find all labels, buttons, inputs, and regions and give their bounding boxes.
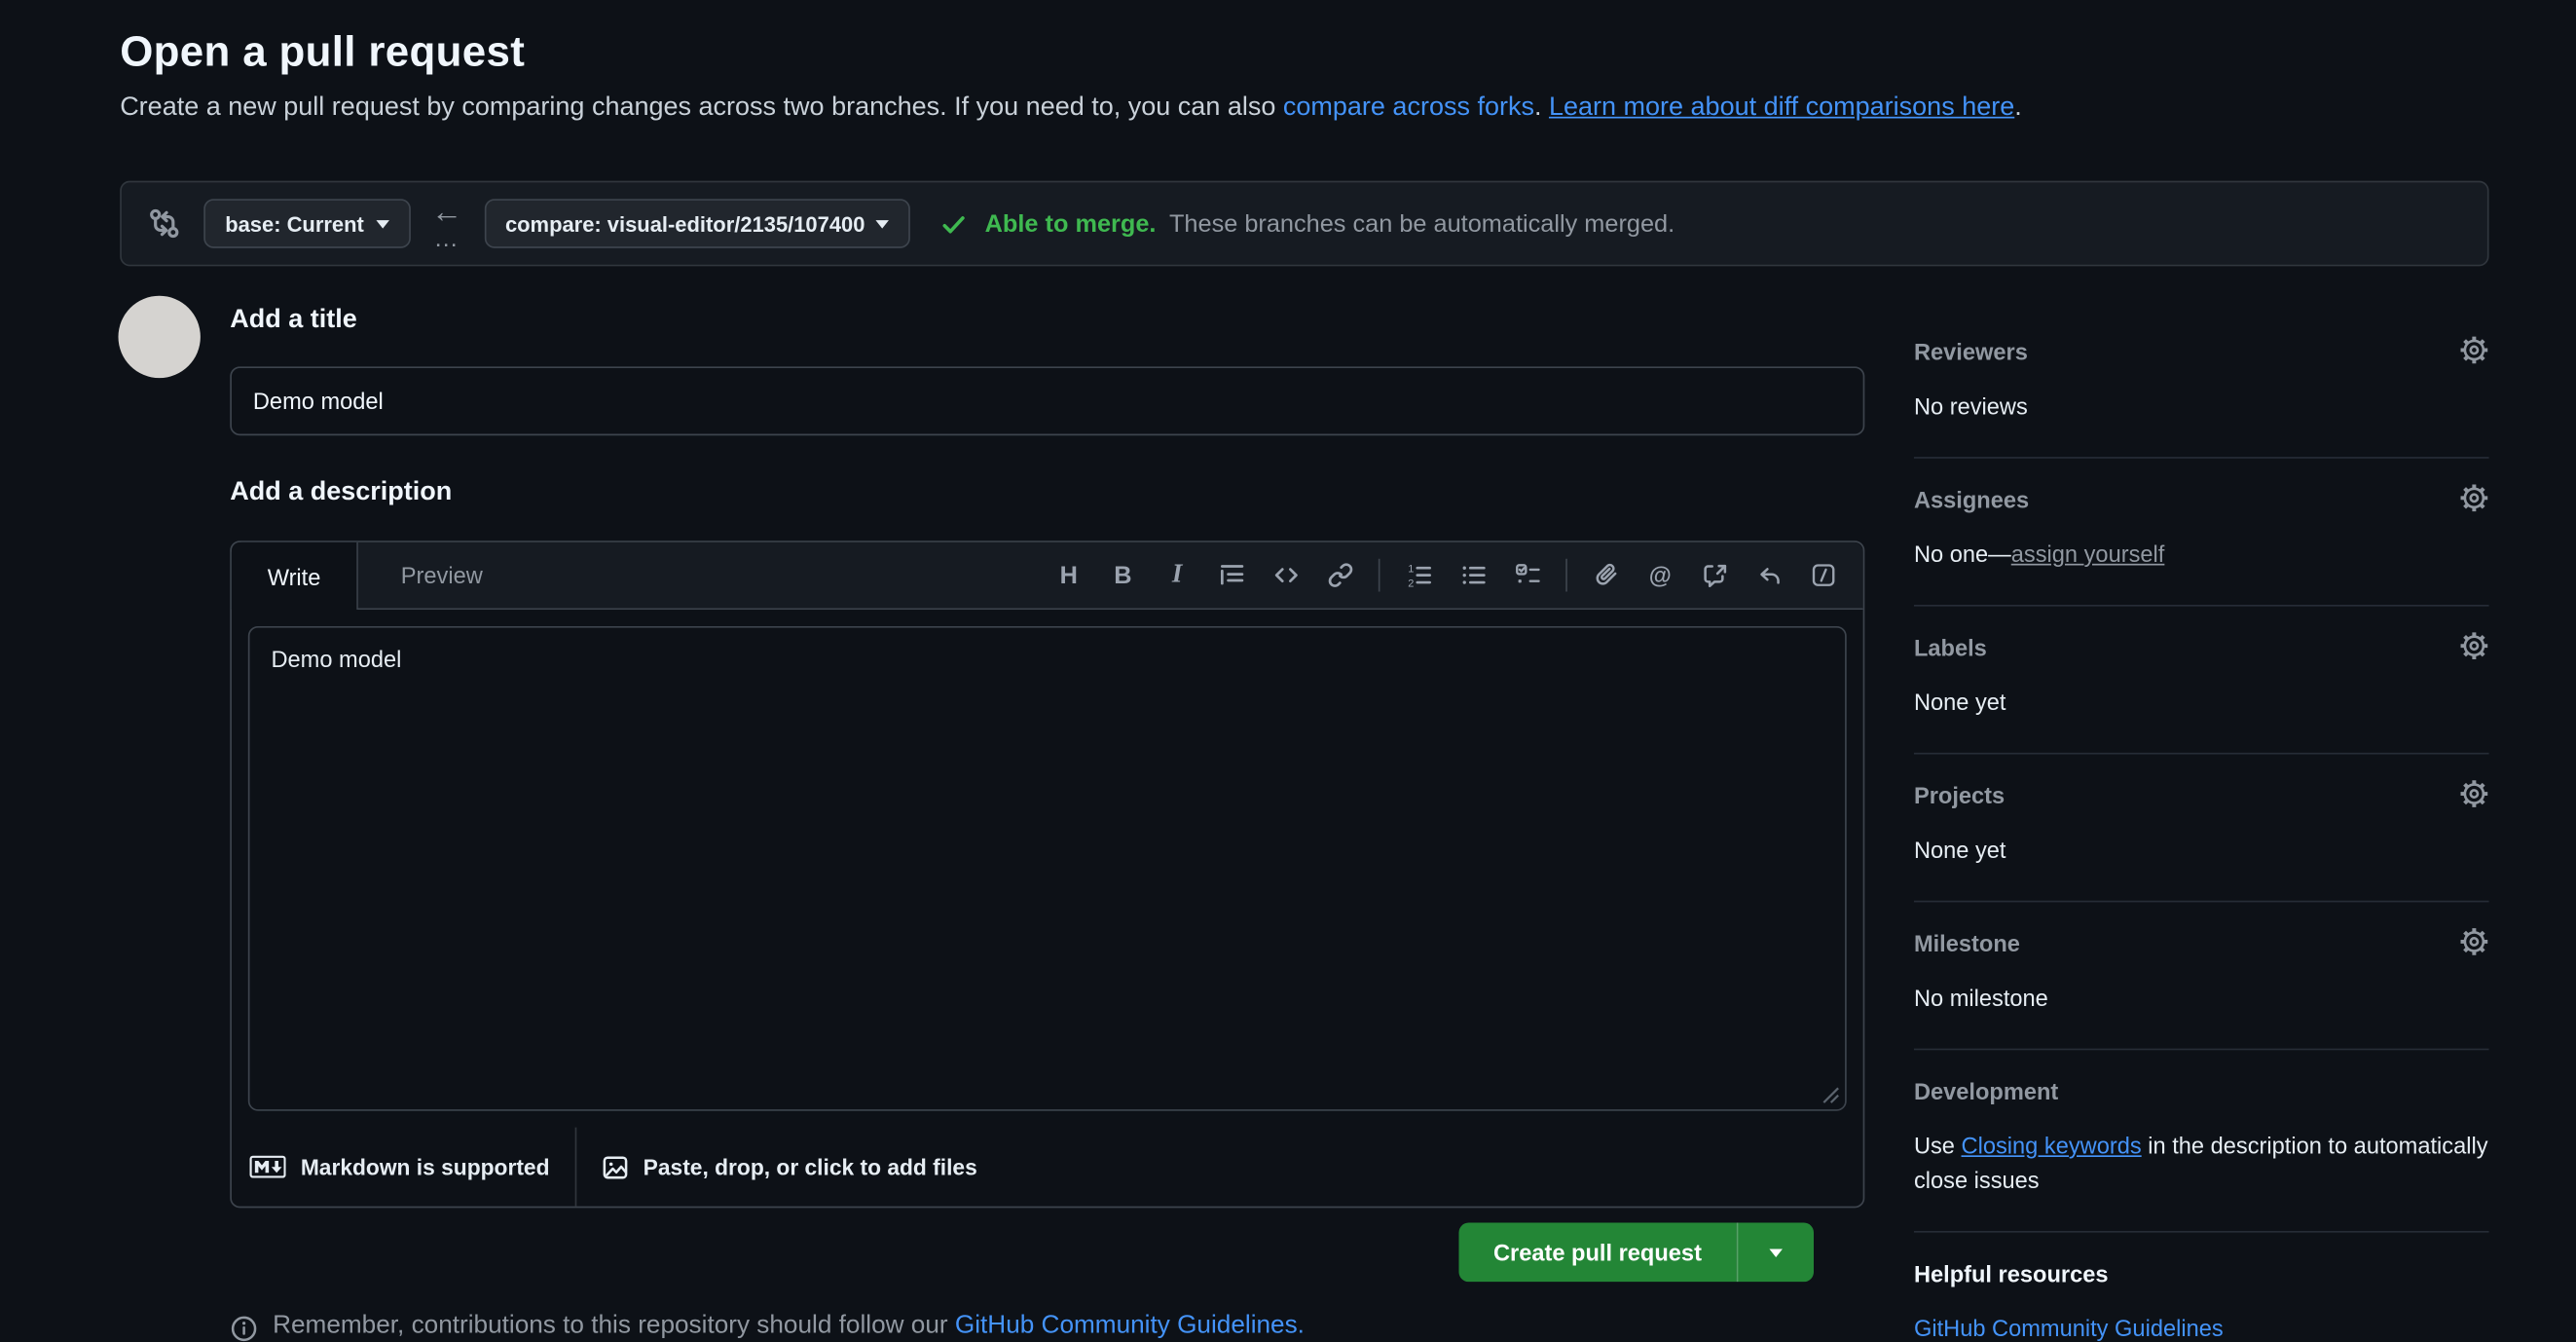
range-separator: ← … [431,197,462,251]
markdown-supported-note[interactable]: Markdown is supported [301,1154,550,1178]
info-icon [230,1315,258,1342]
toolbar-divider [1565,559,1567,592]
reviewers-value: No reviews [1914,390,2489,424]
diff-comparisons-link[interactable]: Learn more about diff comparisons here [1549,93,2014,122]
tasklist-icon[interactable] [1500,550,1555,600]
assign-yourself-link[interactable]: assign yourself [2011,541,2165,567]
tab-preview[interactable]: Preview [358,542,526,609]
toolbar-divider [1379,559,1380,592]
sidebar: Reviewers No reviews Assignees No one—as… [1914,337,2489,1342]
git-compare-icon [148,207,181,241]
svg-text:1: 1 [1407,563,1413,575]
cross-reference-icon[interactable] [1687,550,1742,600]
open-pull-request-page: Open a pull request Create a new pull re… [0,0,2576,1342]
gear-icon[interactable] [2459,631,2488,660]
saved-reply-icon[interactable] [1742,550,1796,600]
editor-tabbar: Write Preview H B I 12 [232,542,1863,610]
check-icon [940,209,969,238]
community-guidelines-link[interactable]: GitHub Community Guidelines. [955,1312,1305,1340]
code-icon[interactable] [1259,550,1313,600]
assignees-value: No one— [1914,541,2011,567]
labels-title: Labels [1914,633,1987,664]
pr-title-input[interactable] [230,366,1864,435]
sidebar-section-milestone: Milestone No milestone [1914,928,2489,1050]
mention-icon[interactable]: @ [1633,550,1687,600]
subtitle-text: Create a new pull request by comparing c… [120,93,1283,122]
compare-branch-button[interactable]: compare: visual-editor/2135/107400 [484,199,911,248]
title-label: Add a title [230,306,357,335]
heading-icon[interactable]: H [1042,550,1096,600]
markdown-toolbar: H B I 12 [1042,542,1863,609]
milestone-title: Milestone [1914,928,2020,959]
compare-across-forks-link[interactable]: compare across forks [1283,93,1534,122]
create-pull-request-split-button: Create pull request [1459,1223,1814,1283]
caret-down-icon [376,219,389,234]
attach-file-icon[interactable] [1579,550,1634,600]
sidebar-section-development: Development Use Closing keywords in the … [1914,1076,2489,1232]
gear-icon[interactable] [2459,335,2488,364]
page-title: Open a pull request [120,26,525,77]
sidebar-section-assignees: Assignees No one—assign yourself [1914,485,2489,607]
description-editor: Write Preview H B I 12 [230,541,1864,1208]
paste-files-note[interactable]: Paste, drop, or click to add files [644,1154,977,1178]
footer-divider [574,1128,576,1207]
merge-status: Able to merge. [985,209,1157,238]
description-label: Add a description [230,478,452,507]
sidebar-section-labels: Labels None yet [1914,633,2489,755]
ellipsis: … [434,226,460,250]
base-branch-button[interactable]: base: Current [203,199,410,248]
branch-compare-bar: base: Current ← … compare: visual-editor… [120,181,2488,267]
unordered-list-icon[interactable] [1446,550,1500,600]
arrow-left-icon: ← [431,197,462,228]
editor-footer: Markdown is supported Paste, drop, or cl… [232,1128,1863,1207]
contribution-note: Remember, contributions to this reposito… [230,1312,1305,1342]
milestone-value: No milestone [1914,981,2489,1015]
merge-status-detail: These branches can be automatically merg… [1169,209,1674,238]
reviewers-title: Reviewers [1914,337,2028,368]
bold-icon[interactable]: B [1096,550,1151,600]
helpful-community-guidelines-link[interactable]: GitHub Community Guidelines [1914,1315,2224,1341]
caret-down-icon [876,219,890,234]
development-title: Development [1914,1076,2058,1107]
ordered-list-icon[interactable]: 12 [1391,550,1446,600]
slash-command-icon[interactable] [1795,550,1850,600]
closing-keywords-link[interactable]: Closing keywords [1962,1133,2142,1159]
link-icon[interactable] [1312,550,1367,600]
editor-body: Demo model [232,610,1863,1128]
labels-value: None yet [1914,686,2489,720]
avatar [119,296,201,378]
create-pull-request-button[interactable]: Create pull request [1459,1223,1737,1283]
gear-icon[interactable] [2459,927,2488,956]
sidebar-section-reviewers: Reviewers No reviews [1914,337,2489,459]
projects-title: Projects [1914,781,2005,812]
gear-icon[interactable] [2459,483,2488,512]
markdown-icon [250,1155,286,1178]
italic-icon[interactable]: I [1150,550,1204,600]
caret-down-icon [1769,1249,1783,1263]
svg-text:2: 2 [1407,578,1413,588]
sidebar-section-helpful-resources: Helpful resources GitHub Community Guide… [1914,1259,2489,1342]
image-icon [601,1153,629,1181]
sidebar-section-projects: Projects None yet [1914,781,2489,903]
gear-icon[interactable] [2459,779,2488,808]
quote-icon[interactable] [1204,550,1259,600]
resize-grip-icon[interactable] [1822,1086,1840,1104]
page-subtitle: Create a new pull request by comparing c… [120,93,2022,123]
development-text: Use Closing keywords in the description … [1914,1129,2489,1198]
tab-write[interactable]: Write [232,542,358,610]
helpful-resources-title: Helpful resources [1914,1259,2109,1290]
pr-description-textarea[interactable]: Demo model [248,626,1847,1111]
projects-value: None yet [1914,834,2489,868]
create-options-dropdown[interactable] [1736,1223,1813,1283]
assignees-title: Assignees [1914,485,2029,516]
